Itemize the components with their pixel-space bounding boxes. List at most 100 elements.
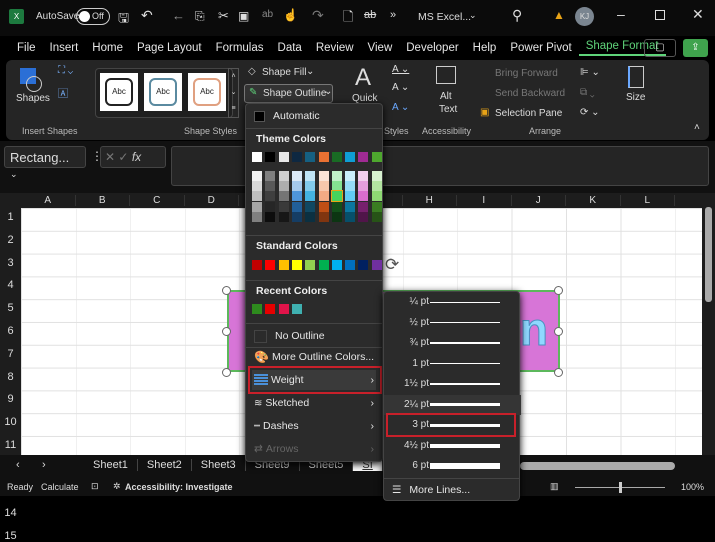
theme-tint-swatch[interactable] <box>358 191 369 202</box>
undo-icon[interactable]: ↶ <box>141 7 153 24</box>
standard-color-swatch[interactable] <box>331 260 342 270</box>
sheet-tab[interactable]: Sheet3 <box>192 459 246 471</box>
theme-color-swatch[interactable] <box>318 152 329 162</box>
row-header[interactable]: 10 <box>0 416 21 428</box>
paste-special-icon[interactable]: ▣ <box>238 9 249 23</box>
theme-tint-swatch[interactable] <box>252 181 262 192</box>
standard-color-swatch[interactable] <box>371 260 382 270</box>
gallery-scroll[interactable]: ˄ ⌄ ≡ <box>228 68 239 118</box>
column-header[interactable]: I <box>457 195 512 206</box>
tab-review[interactable]: Review <box>309 42 361 54</box>
theme-tint-swatch[interactable] <box>278 181 289 192</box>
style-preset-2[interactable]: Abc <box>144 73 182 111</box>
more-commands-icon[interactable]: » <box>390 9 396 21</box>
dashes-option[interactable]: ┅ Dashes › <box>252 416 376 436</box>
redo-icon[interactable]: ↷ <box>312 7 324 24</box>
row-header[interactable]: 3 <box>0 257 21 269</box>
theme-tint-swatch[interactable] <box>331 211 342 222</box>
zoom-slider[interactable] <box>575 482 665 493</box>
resize-handle[interactable] <box>554 368 563 377</box>
row-header[interactable]: 9 <box>0 393 21 405</box>
theme-tint-swatch[interactable] <box>278 191 289 202</box>
size-button[interactable]: Size <box>626 92 645 103</box>
share-button[interactable]: ⇪ <box>683 39 708 57</box>
theme-tint-swatch[interactable] <box>358 181 369 192</box>
sheet-tab[interactable]: Sheet2 <box>138 459 192 471</box>
weight-option[interactable]: 1 pt <box>384 354 521 374</box>
no-outline-option[interactable]: No Outline <box>252 326 376 346</box>
theme-tint-swatch[interactable] <box>265 181 276 192</box>
theme-tint-swatch[interactable] <box>331 181 342 192</box>
standard-color-swatch[interactable] <box>278 260 289 270</box>
rotate-icon[interactable]: ⟳ ⌄ <box>580 107 600 118</box>
resize-handle[interactable] <box>222 286 231 295</box>
tab-home[interactable]: Home <box>85 42 130 54</box>
theme-tint-swatch[interactable] <box>358 211 369 222</box>
row-header[interactable]: 2 <box>0 234 21 246</box>
column-header[interactable]: B <box>76 195 130 206</box>
theme-tint-swatch[interactable] <box>305 191 316 202</box>
theme-tint-swatch[interactable] <box>371 211 382 222</box>
vertical-scrollbar[interactable] <box>702 193 715 455</box>
shape-outline-button[interactable]: ✎ Shape Outline ⌄ <box>244 84 333 103</box>
standard-color-swatch[interactable] <box>358 260 369 270</box>
more-lines-option[interactable]: ☰ More Lines... <box>390 480 513 500</box>
theme-tint-swatch[interactable] <box>252 201 262 212</box>
sheet-tab[interactable]: Sheet1 <box>84 459 138 471</box>
tab-developer[interactable]: Developer <box>399 42 465 54</box>
alt-text-button[interactable]: Alt <box>440 91 452 102</box>
standard-color-swatch[interactable] <box>305 260 316 270</box>
cancel-icon[interactable]: ✕ <box>105 150 115 164</box>
style-preset-1[interactable]: Abc <box>100 73 138 111</box>
shape-fill-button[interactable]: Shape Fill <box>262 67 306 78</box>
theme-tint-swatch[interactable] <box>252 191 262 202</box>
row-header[interactable]: 11 <box>0 439 21 451</box>
standard-color-swatch[interactable] <box>252 260 262 270</box>
theme-tint-swatch[interactable] <box>318 211 329 222</box>
column-header[interactable]: J <box>512 195 566 206</box>
weight-option[interactable]: 1½ pt <box>384 374 521 394</box>
theme-tint-swatch[interactable] <box>371 181 382 192</box>
edit-shape-icon[interactable]: ⛶ ⌄ <box>58 65 73 76</box>
close-icon[interactable]: ✕ <box>692 6 704 23</box>
theme-tint-swatch[interactable] <box>345 201 356 212</box>
column-header[interactable]: H <box>403 195 457 206</box>
row-header[interactable]: 8 <box>0 371 21 383</box>
theme-color-swatch[interactable] <box>371 152 382 162</box>
text-box-icon[interactable]: 🄰 <box>58 85 68 100</box>
theme-tint-swatch[interactable] <box>345 211 356 222</box>
theme-tint-swatch[interactable] <box>358 201 369 212</box>
theme-tint-swatch[interactable] <box>278 171 289 181</box>
theme-tint-swatch[interactable] <box>371 201 382 212</box>
horizontal-scrollbar[interactable] <box>520 462 675 470</box>
theme-tint-swatch[interactable] <box>318 201 329 212</box>
tab-view[interactable]: View <box>361 42 400 54</box>
warning-icon[interactable]: ▲ <box>553 8 565 22</box>
text-effects-icon[interactable]: A ⌄ <box>392 102 409 113</box>
theme-tint-swatch[interactable] <box>371 191 382 202</box>
theme-tint-swatch[interactable] <box>345 181 356 192</box>
prev-sheet-icon[interactable]: ‹ <box>16 459 20 471</box>
theme-tint-swatch[interactable] <box>252 211 262 222</box>
theme-tint-swatch[interactable] <box>252 171 262 181</box>
comments-button[interactable]: ▢ <box>644 39 676 57</box>
theme-tint-swatch[interactable] <box>278 201 289 212</box>
resize-handle[interactable] <box>222 327 231 336</box>
theme-color-swatch[interactable] <box>278 152 289 162</box>
standard-color-swatch[interactable] <box>265 260 276 270</box>
shapes-button[interactable]: Shapes <box>16 93 50 104</box>
theme-tint-swatch[interactable] <box>291 171 302 181</box>
tab-help[interactable]: Help <box>466 42 504 54</box>
minimize-icon[interactable]: – <box>617 6 625 22</box>
autosave-toggle[interactable]: Off <box>76 8 110 25</box>
resize-handle[interactable] <box>554 327 563 336</box>
theme-tint-swatch[interactable] <box>318 191 329 202</box>
theme-tint-swatch[interactable] <box>291 211 302 222</box>
theme-color-swatch[interactable] <box>252 152 262 162</box>
theme-tint-swatch[interactable] <box>331 201 342 212</box>
name-box[interactable]: Rectang... ⌄ <box>4 146 86 179</box>
theme-tint-swatch[interactable] <box>265 191 276 202</box>
save-icon[interactable]: 🖫 <box>118 9 129 31</box>
theme-tint-swatch[interactable] <box>265 211 276 222</box>
tab-page-layout[interactable]: Page Layout <box>130 42 209 54</box>
